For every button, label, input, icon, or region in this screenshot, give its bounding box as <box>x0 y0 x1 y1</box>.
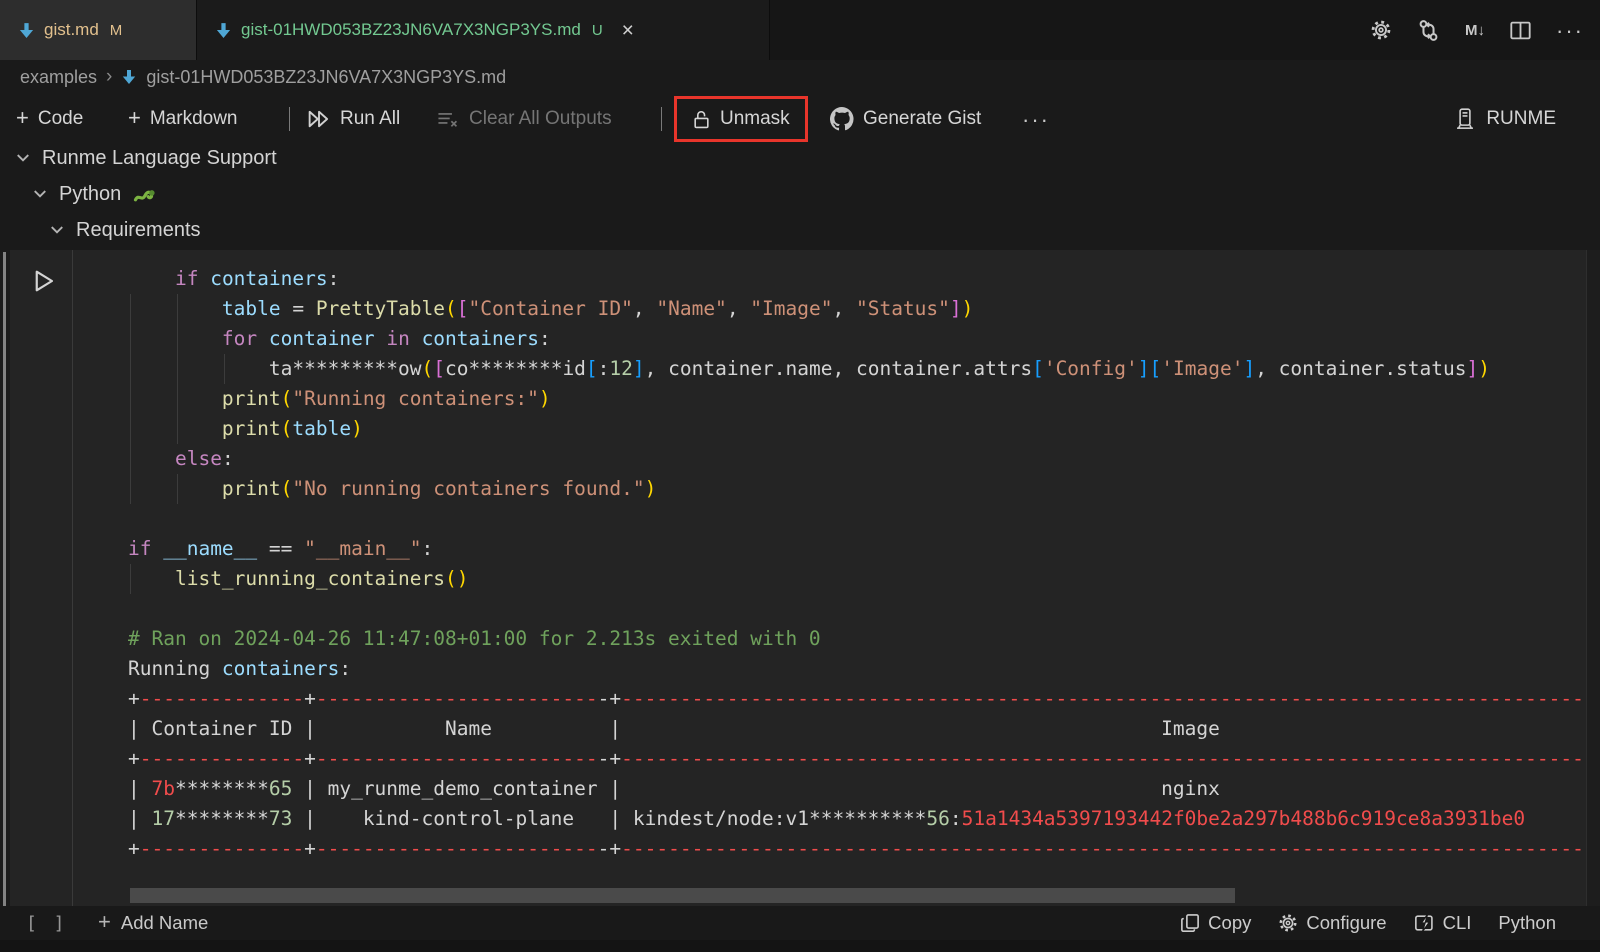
code-line <box>128 594 1590 624</box>
section-runme-language-support[interactable]: Runme Language Support <box>16 142 277 174</box>
breadcrumb-separator: › <box>106 66 112 88</box>
tab-label: gist.md <box>44 20 99 40</box>
markdown-file-icon <box>121 69 137 85</box>
add-code-label: Code <box>38 108 83 130</box>
code-editor[interactable]: if containers: table = PrettyTable(["Con… <box>128 264 1590 870</box>
code-line: +--------------+------------------------… <box>128 834 1590 864</box>
unmask-button-annotated[interactable]: Unmask <box>674 96 808 142</box>
cell-more-actions-icon[interactable]: ··· <box>1022 94 1050 144</box>
section-label: Runme Language Support <box>42 147 277 170</box>
generate-gist-button[interactable]: Generate Gist <box>830 94 981 144</box>
copy-icon <box>1180 913 1200 933</box>
code-line: | 17********73 | kind-control-plane | ki… <box>128 804 1590 834</box>
code-line: print("Running containers:") <box>128 384 1590 414</box>
markdown-file-icon <box>18 22 35 39</box>
github-icon <box>830 107 854 131</box>
markdown-preview-icon[interactable]: M↓ <box>1465 22 1485 39</box>
run-cell-button[interactable] <box>30 266 57 296</box>
chevron-down-icon[interactable] <box>33 189 47 199</box>
code-line: else: <box>128 444 1590 474</box>
vscode-runme-notebook: gist.md M gist-01HWD053BZ23JN6VA7X3NGP3Y… <box>0 0 1600 952</box>
section-requirements[interactable]: Requirements <box>50 214 201 246</box>
unmask-label: Unmask <box>720 108 790 130</box>
code-line: Running containers: <box>128 654 1590 684</box>
unlock-icon <box>692 109 711 129</box>
add-code-cell-button[interactable]: + Code <box>16 94 83 144</box>
run-all-button[interactable]: Run All <box>307 94 400 144</box>
add-markdown-label: Markdown <box>150 108 238 130</box>
cli-lightning-icon <box>1414 913 1435 933</box>
git-modified-badge: M <box>110 22 123 39</box>
settings-gear-icon[interactable] <box>1370 19 1392 41</box>
markdown-file-icon <box>215 22 232 39</box>
section-python[interactable]: Python <box>33 178 157 210</box>
split-editor-icon[interactable] <box>1510 21 1531 40</box>
code-line <box>128 504 1590 534</box>
code-line: ta*********ow([co********id[:12], contai… <box>128 354 1590 384</box>
add-name-button[interactable]: + Add Name <box>98 906 208 940</box>
clear-all-outputs-icon <box>436 110 460 128</box>
code-line: | 7b********65 | my_runme_demo_container… <box>128 774 1590 804</box>
tab-label: gist-01HWD053BZ23JN6VA7X3NGP3YS.md <box>241 20 581 40</box>
close-icon[interactable]: × <box>622 20 634 41</box>
add-name-label: Add Name <box>121 912 208 934</box>
notebook-toolbar: + Code + Markdown Run All Clear All Ou <box>0 94 1600 144</box>
more-actions-icon[interactable]: ··· <box>1556 25 1584 36</box>
configure-label: Configure <box>1306 912 1386 934</box>
cell-focus-indicator <box>3 252 6 930</box>
add-markdown-cell-button[interactable]: + Markdown <box>128 94 238 144</box>
code-line: +--------------+------------------------… <box>128 684 1590 714</box>
code-line: list_running_containers() <box>128 564 1590 594</box>
editor-tab-bar: gist.md M gist-01HWD053BZ23JN6VA7X3NGP3Y… <box>0 0 1600 60</box>
chevron-down-icon[interactable] <box>16 153 30 163</box>
editor-actions: M↓ ··· <box>1370 0 1584 60</box>
plus-icon: + <box>98 911 111 933</box>
cli-label: CLI <box>1443 912 1472 934</box>
code-line: for container in containers: <box>128 324 1590 354</box>
window-bottom-edge <box>0 940 1600 952</box>
cli-button[interactable]: CLI <box>1414 912 1472 934</box>
git-untracked-badge: U <box>592 22 603 39</box>
run-all-label: Run All <box>340 108 400 130</box>
tab-gist-01hwd[interactable]: gist-01HWD053BZ23JN6VA7X3NGP3YS.md U × <box>197 0 770 60</box>
breadcrumb: examples › gist-01HWD053BZ23JN6VA7X3NGP3… <box>20 60 506 94</box>
copy-label: Copy <box>1208 912 1251 934</box>
section-label: Python <box>59 183 121 206</box>
plus-icon: + <box>128 107 141 129</box>
gutter-divider <box>72 250 73 906</box>
cell-footer-actions: Copy Configure CLI Python <box>1180 906 1556 940</box>
runme-logo-icon <box>1454 108 1476 130</box>
configure-button[interactable]: Configure <box>1278 912 1386 934</box>
runme-label: RUNME <box>1486 108 1556 130</box>
cell-language-indicator[interactable]: Python <box>1498 912 1556 934</box>
snake-emoji-icon <box>133 185 157 204</box>
runme-extension-button[interactable]: RUNME <box>1454 94 1556 144</box>
code-line: if containers: <box>128 264 1590 294</box>
code-line: +--------------+------------------------… <box>128 744 1590 774</box>
toolbar-divider <box>289 107 290 131</box>
gear-icon <box>1278 913 1298 933</box>
clear-all-outputs-label: Clear All Outputs <box>469 108 612 130</box>
code-line: | Container ID | Name | Image <box>128 714 1590 744</box>
code-line: # Ran on 2024-04-26 11:47:08+01:00 for 2… <box>128 624 1590 654</box>
section-label: Requirements <box>76 219 201 242</box>
code-line: print(table) <box>128 414 1590 444</box>
plus-icon: + <box>16 107 29 129</box>
horizontal-scrollbar[interactable] <box>130 888 1235 903</box>
run-all-icon <box>307 109 331 129</box>
toolbar-divider <box>661 107 662 131</box>
code-line: if __name__ == "__main__": <box>128 534 1590 564</box>
generate-gist-label: Generate Gist <box>863 108 981 130</box>
code-line: print("No running containers found.") <box>128 474 1590 504</box>
cell-focus-brackets-icon: [ ] <box>26 906 68 940</box>
breadcrumb-file[interactable]: gist-01HWD053BZ23JN6VA7X3NGP3YS.md <box>146 67 506 88</box>
code-line: table = PrettyTable(["Container ID", "Na… <box>128 294 1590 324</box>
breadcrumb-folder[interactable]: examples <box>20 67 97 88</box>
tab-gist-md[interactable]: gist.md M <box>0 0 197 60</box>
git-compare-icon[interactable] <box>1417 19 1440 42</box>
clear-all-outputs-button[interactable]: Clear All Outputs <box>436 94 612 144</box>
vertical-scrollbar-track[interactable] <box>1586 250 1600 906</box>
copy-button[interactable]: Copy <box>1180 912 1251 934</box>
chevron-down-icon[interactable] <box>50 225 64 235</box>
